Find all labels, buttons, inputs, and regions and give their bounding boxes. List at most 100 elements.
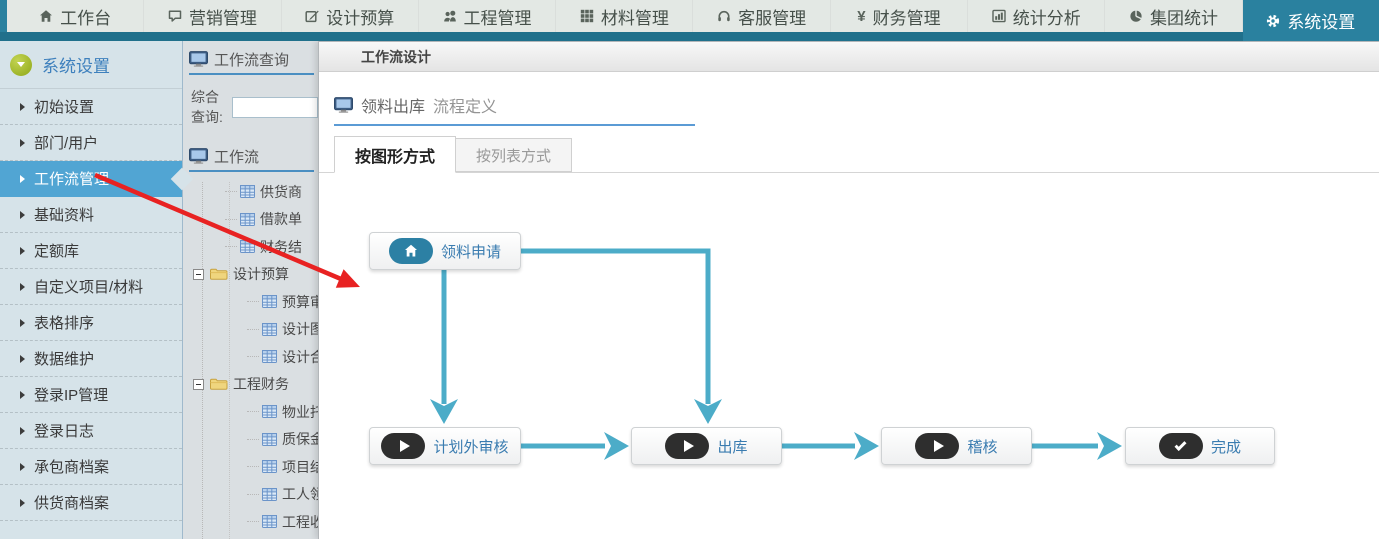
monitor-icon [189, 148, 208, 164]
sidebar-item-table-sorting[interactable]: 表格排序 [0, 305, 182, 341]
grid-icon [580, 9, 594, 23]
nav-tab-customer-service[interactable]: 客服管理 [693, 0, 830, 32]
sidebar-header[interactable]: 系统设置 [0, 41, 182, 89]
caret-right-icon [20, 283, 25, 291]
search-input[interactable] [232, 97, 318, 118]
home-icon [39, 9, 53, 23]
tree-item[interactable]: 设计图 [189, 316, 318, 344]
tree-item[interactable]: 工人领 [189, 481, 318, 509]
monitor-icon [189, 51, 208, 67]
table-icon [262, 323, 277, 336]
tree-item[interactable]: 财务结 [189, 233, 318, 261]
nav-tab-label: 工作台 [60, 4, 111, 29]
view-tabs: 按图形方式 按列表方式 [319, 136, 1379, 173]
tree-folder[interactable]: 工程管理 [189, 536, 318, 539]
tab-graph-view[interactable]: 按图形方式 [334, 136, 456, 173]
tree-item[interactable]: 项目结 [189, 453, 318, 481]
caret-right-icon [20, 175, 25, 183]
flow-node-complete[interactable]: 完成 [1125, 427, 1275, 465]
edit-icon [305, 9, 319, 23]
tree-item[interactable]: 供货商 [189, 178, 318, 206]
sidebar-item-contractor-files[interactable]: 承包商档案 [0, 449, 182, 485]
flow-diagram-canvas[interactable]: 领料申请 计划外审核 出库 稽核 完成 [319, 173, 1379, 539]
table-icon [240, 213, 255, 226]
nav-tab-label: 设计预算 [326, 4, 394, 29]
workflow-tree: 供货商 借款单 财务结 设计预算 预算审 设计图 设计合 工程财务 物业托 质保… [189, 178, 318, 539]
sidebar-item-login-log[interactable]: 登录日志 [0, 413, 182, 449]
sidebar-item-data-maintenance[interactable]: 数据维护 [0, 341, 182, 377]
table-icon [262, 460, 277, 473]
section-underline [189, 73, 314, 75]
tree-item[interactable]: 设计合 [189, 343, 318, 371]
panel-titlebar: 工作流设计 [319, 42, 1379, 72]
nav-tab-label: 客服管理 [738, 4, 806, 29]
flow-node-material-request[interactable]: 领料申请 [369, 232, 521, 270]
top-navigation: 工作台 营销管理 设计预算 工程管理 材料管理 客服管理 [0, 0, 1379, 41]
table-icon [240, 185, 255, 198]
nav-bottom-band [0, 32, 1379, 41]
nav-tab-system-settings[interactable]: 系统设置 [1243, 0, 1379, 41]
nav-tab-engineering[interactable]: 工程管理 [419, 0, 556, 32]
nav-tab-label: 集团统计 [1150, 4, 1218, 29]
barchart-icon [992, 9, 1006, 23]
users-icon [443, 9, 457, 23]
tree-folder[interactable]: 工程财务 [189, 371, 318, 399]
sidebar-header-label: 系统设置 [42, 52, 110, 77]
nav-tab-label: 财务管理 [873, 4, 941, 29]
table-icon [262, 488, 277, 501]
flow-node-unplanned-review[interactable]: 计划外审核 [369, 427, 521, 465]
sidebar: 系统设置 初始设置 部门/用户 工作流管理 基础资料 定额库 自定义项目/材料 … [0, 41, 182, 539]
flow-definition-header: 领料出库 流程定义 [334, 93, 1379, 117]
table-icon [262, 515, 277, 528]
tree-item[interactable]: 质保金 [189, 426, 318, 454]
caret-right-icon [20, 427, 25, 435]
table-icon [240, 240, 255, 253]
collapse-expander-icon[interactable] [193, 269, 204, 280]
collapse-circle-icon [10, 54, 32, 76]
flow-name: 领料出库 [361, 93, 425, 117]
tree-item[interactable]: 工程收 [189, 508, 318, 536]
nav-tab-marketing[interactable]: 营销管理 [144, 0, 281, 32]
search-label: 综合查询: [191, 87, 228, 127]
piechart-icon [1129, 9, 1143, 23]
app-window: 工作台 营销管理 设计预算 工程管理 材料管理 客服管理 [0, 0, 1379, 539]
sidebar-item-departments-users[interactable]: 部门/用户 [0, 125, 182, 161]
tree-folder[interactable]: 设计预算 [189, 261, 318, 289]
table-icon [262, 350, 277, 363]
play-icon [665, 433, 709, 459]
nav-tab-label: 工程管理 [464, 4, 532, 29]
tree-item[interactable]: 物业托 [189, 398, 318, 426]
flow-node-outbound[interactable]: 出库 [631, 427, 782, 465]
tree-item[interactable]: 预算审 [189, 288, 318, 316]
nav-tab-materials[interactable]: 材料管理 [556, 0, 693, 32]
nav-tab-finance[interactable]: ¥ 财务管理 [831, 0, 968, 32]
nav-tab-statistics[interactable]: 统计分析 [968, 0, 1105, 32]
chat-icon [168, 9, 182, 23]
sidebar-item-workflow-management[interactable]: 工作流管理 [0, 161, 182, 197]
workflow-tree-header: 工作流 [189, 143, 318, 169]
workflow-query-header: 工作流查询 [189, 46, 318, 72]
nav-tab-workbench[interactable]: 工作台 [7, 0, 144, 32]
flow-node-audit[interactable]: 稽核 [881, 427, 1032, 465]
flow-suffix: 流程定义 [433, 93, 497, 117]
nav-tab-design-budget[interactable]: 设计预算 [282, 0, 419, 32]
sidebar-item-quota-library[interactable]: 定额库 [0, 233, 182, 269]
folder-icon [210, 377, 228, 391]
caret-right-icon [20, 247, 25, 255]
nav-tab-group-stats[interactable]: 集团统计 [1105, 0, 1242, 32]
sidebar-item-basic-data[interactable]: 基础资料 [0, 197, 182, 233]
table-icon [262, 433, 277, 446]
caret-right-icon [20, 139, 25, 147]
sidebar-item-initial-settings[interactable]: 初始设置 [0, 89, 182, 125]
tab-list-view[interactable]: 按列表方式 [456, 138, 572, 172]
tree-item[interactable]: 借款单 [189, 206, 318, 234]
folder-icon [210, 267, 228, 281]
table-icon [262, 405, 277, 418]
nav-tab-label: 营销管理 [189, 4, 257, 29]
panel-title: 工作流设计 [361, 47, 431, 67]
sidebar-item-custom-items[interactable]: 自定义项目/材料 [0, 269, 182, 305]
collapse-expander-icon[interactable] [193, 379, 204, 390]
sidebar-item-login-ip[interactable]: 登录IP管理 [0, 377, 182, 413]
sidebar-item-supplier-files[interactable]: 供货商档案 [0, 485, 182, 521]
caret-right-icon [20, 211, 25, 219]
